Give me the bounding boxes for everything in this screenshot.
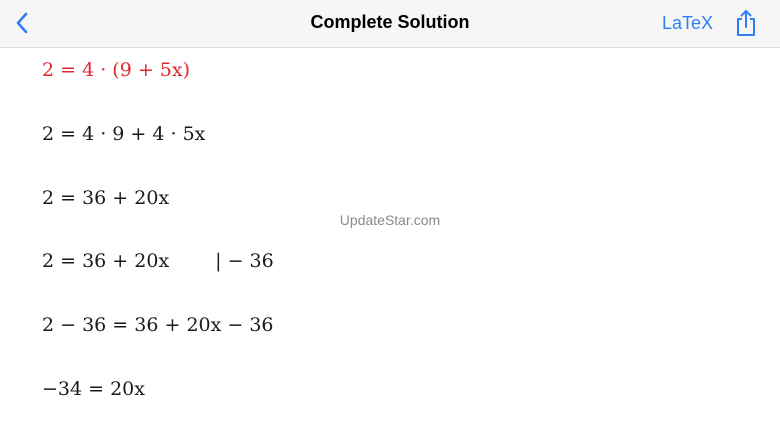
solution-screen: Complete Solution LaTeX 2 = 4 · (9 + 5x)… bbox=[0, 0, 780, 439]
watermark: UpdateStar.com bbox=[339, 212, 441, 228]
solution-step-6: −34 = 20x bbox=[42, 378, 145, 400]
solution-step-5: 2 − 36 = 36 + 20x − 36 bbox=[42, 314, 274, 336]
solution-steps: 2 = 4 · (9 + 5x) 2 = 4 · 9 + 4 · 5x 2 = … bbox=[0, 48, 780, 439]
solution-step-2: 2 = 4 · 9 + 4 · 5x bbox=[42, 123, 206, 145]
share-button[interactable] bbox=[732, 6, 760, 40]
navigation-bar: Complete Solution LaTeX bbox=[0, 0, 780, 48]
solution-step-4-annotation: | − 36 bbox=[215, 250, 274, 272]
solution-step-4-equation: 2 = 36 + 20x bbox=[42, 250, 170, 272]
solution-step-3: 2 = 36 + 20x bbox=[42, 187, 170, 209]
share-icon bbox=[737, 10, 755, 36]
solution-step-1: 2 = 4 · (9 + 5x) bbox=[42, 59, 191, 81]
latex-button[interactable]: LaTeX bbox=[662, 13, 713, 34]
solution-step-4: 2 = 36 + 20x | − 36 bbox=[42, 252, 274, 271]
